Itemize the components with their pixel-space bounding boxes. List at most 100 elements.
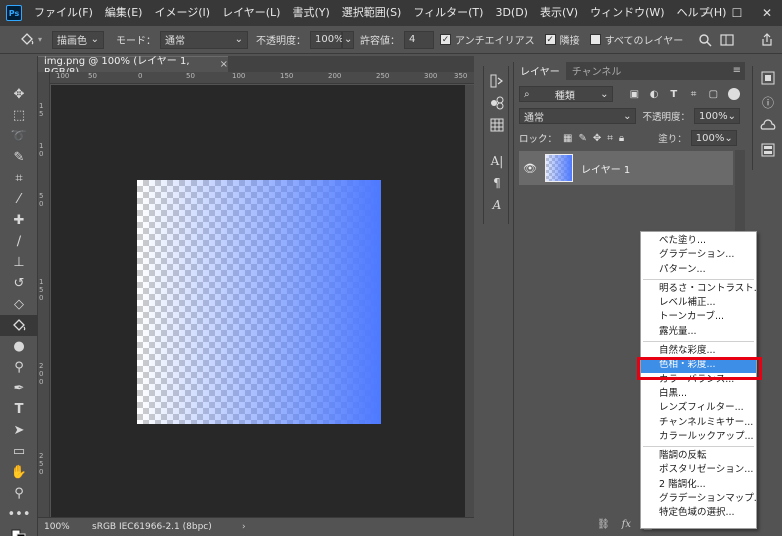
eyedropper-icon[interactable]: ⁄	[0, 189, 38, 210]
tab-channels[interactable]: チャンネル	[566, 61, 628, 80]
menu-item-exposure[interactable]: 露光量...	[641, 325, 756, 339]
lock-transparency-icon[interactable]: ▦	[563, 133, 572, 144]
quick-select-icon[interactable]: ✎	[0, 147, 38, 168]
menu-item-pattern[interactable]: パターン...	[641, 263, 756, 277]
menu-item-photo-filter[interactable]: レンズフィルター...	[641, 401, 756, 415]
dodge-icon[interactable]: ⚲	[0, 357, 38, 378]
filter-adjustment-icon[interactable]: ◐	[647, 88, 661, 100]
eraser-icon[interactable]: ◇	[0, 294, 38, 315]
preset-dropdown-arrow-icon[interactable]: ▾	[38, 35, 42, 44]
type-icon[interactable]: T	[0, 399, 38, 420]
layer-name[interactable]: レイヤー 1	[581, 161, 630, 176]
layer-opacity-input[interactable]: 100% ⌄	[694, 108, 740, 124]
menu-type[interactable]: 書式(Y)	[286, 0, 335, 26]
document-tab[interactable]: img.png @ 100% (レイヤー 1, RGB/8) ×	[38, 56, 228, 78]
more-icon[interactable]: •••	[0, 504, 38, 525]
lock-position-icon[interactable]: ✥	[593, 133, 601, 144]
move-icon[interactable]: ✥	[0, 84, 38, 105]
menu-select[interactable]: 選択範囲(S)	[336, 0, 408, 26]
share-icon[interactable]	[756, 29, 778, 51]
menu-window[interactable]: ウィンドウ(W)	[584, 0, 670, 26]
menu-image[interactable]: イメージ(I)	[148, 0, 216, 26]
hand-icon[interactable]: ✋	[0, 462, 38, 483]
paint-bucket-preset-icon[interactable]	[16, 29, 38, 51]
minimize-button[interactable]: ─	[692, 0, 722, 26]
layer-row[interactable]: 👁︎ レイヤー 1	[519, 151, 733, 185]
stamp-icon[interactable]: ⊥	[0, 252, 38, 273]
blend-mode-select[interactable]: 通常 ⌄	[519, 108, 637, 124]
crop-icon[interactable]: ⌗	[0, 168, 38, 189]
all-layers-checkbox[interactable]	[589, 34, 601, 45]
lock-all-icon[interactable]: 🔒︎	[619, 133, 624, 144]
zoom-field[interactable]: 100%	[38, 522, 78, 532]
menu-layer[interactable]: レイヤー(L)	[216, 0, 286, 26]
properties-panel-icon[interactable]	[484, 92, 510, 114]
filter-pixel-icon[interactable]: ▣	[627, 88, 641, 100]
history-panel-icon[interactable]	[484, 70, 510, 92]
menu-item-solid-color[interactable]: べた塗り...	[641, 234, 756, 248]
menu-filter[interactable]: フィルター(T)	[407, 0, 489, 26]
marquee-icon[interactable]: ⬚	[0, 105, 38, 126]
mode-select[interactable]: 通常 ⌄	[160, 30, 249, 49]
menu-item-hue-saturation[interactable]: 色相・彩度...	[641, 358, 756, 373]
tab-layers[interactable]: レイヤー	[514, 61, 566, 80]
menu-item-brightness-contrast[interactable]: 明るさ・コントラスト...	[641, 282, 756, 296]
menu-3d[interactable]: 3D(D)	[489, 0, 534, 26]
close-tab-icon[interactable]: ×	[220, 59, 228, 70]
menu-item-levels[interactable]: レベル補正...	[641, 296, 756, 310]
history-brush-icon[interactable]: ↺	[0, 273, 38, 294]
blur-icon[interactable]: ●	[0, 336, 38, 357]
menu-item-invert[interactable]: 階調の反転	[641, 449, 756, 463]
vertical-scrollbar[interactable]	[465, 85, 474, 517]
link-layers-icon[interactable]: ⛓︎	[597, 519, 610, 530]
filter-smart-object-icon[interactable]: ▢	[706, 88, 720, 100]
menu-edit[interactable]: 編集(E)	[99, 0, 149, 26]
maximize-button[interactable]: ☐	[722, 0, 752, 26]
close-button[interactable]: ✕	[752, 0, 782, 26]
swatches-panel-icon[interactable]	[753, 138, 782, 162]
menu-item-vibrance[interactable]: 自然な彩度...	[641, 344, 756, 358]
menu-item-curves[interactable]: トーンカーブ...	[641, 310, 756, 324]
menu-item-color-balance[interactable]: カラーバランス...	[641, 373, 756, 387]
brush-icon[interactable]: ∕	[0, 231, 38, 252]
grid-panel-icon[interactable]	[484, 114, 510, 136]
pen-icon[interactable]: ✒	[0, 378, 38, 399]
glyphs-panel-icon[interactable]: A	[484, 194, 510, 216]
menu-item-channel-mixer[interactable]: チャンネルミキサー...	[641, 416, 756, 430]
zoom-icon[interactable]: ⚲	[0, 483, 38, 504]
lock-pixels-icon[interactable]: ✎	[578, 133, 586, 144]
healing-icon[interactable]: ✚	[0, 210, 38, 231]
menu-item-black-white[interactable]: 白黒...	[641, 387, 756, 401]
paragraph-panel-icon[interactable]: ¶	[484, 172, 510, 194]
menu-file[interactable]: ファイル(F)	[28, 0, 99, 26]
workspace-icon[interactable]	[716, 29, 738, 51]
menu-item-threshold[interactable]: 2 階調化...	[641, 478, 756, 492]
libraries-panel-icon[interactable]	[753, 114, 782, 138]
fill-source-select[interactable]: 描画色 ⌄	[52, 30, 105, 49]
visibility-eye-icon[interactable]: 👁︎	[519, 162, 541, 175]
paint-bucket-icon[interactable]	[0, 315, 38, 336]
menu-item-color-lookup[interactable]: カラールックアップ...	[641, 430, 756, 444]
lock-artboard-icon[interactable]: ⌗	[607, 133, 613, 144]
opacity-dropdown[interactable]: ⌄	[342, 30, 355, 49]
rectangle-icon[interactable]: ▭	[0, 441, 38, 462]
contiguous-checkbox[interactable]: ✓	[544, 34, 556, 45]
path-select-icon[interactable]: ➤	[0, 420, 38, 441]
menu-item-gradient[interactable]: グラデーション...	[641, 248, 756, 262]
color-swatches-icon[interactable]	[0, 525, 38, 536]
menu-item-gradient-map[interactable]: グラデーションマップ...	[641, 492, 756, 506]
filter-shape-icon[interactable]: ⌗	[687, 88, 701, 100]
antialias-checkbox[interactable]: ✓	[440, 34, 452, 45]
layer-filter-select[interactable]: ⌕ 種類 ⌄	[519, 86, 614, 102]
info-panel-icon[interactable]: ⓘ	[753, 90, 782, 114]
image-canvas[interactable]	[137, 180, 381, 424]
panel-menu-icon[interactable]: ≡	[733, 65, 741, 76]
tolerance-input[interactable]: 4	[404, 30, 435, 49]
search-icon[interactable]	[694, 29, 716, 51]
lasso-icon[interactable]: ➰	[0, 126, 38, 147]
fx-icon[interactable]: fx	[622, 519, 631, 530]
filter-toggle-icon[interactable]	[728, 88, 740, 100]
color-panel-icon[interactable]	[753, 66, 782, 90]
filter-type-icon[interactable]: T	[667, 88, 681, 100]
character-panel-icon[interactable]: A|	[484, 150, 510, 172]
